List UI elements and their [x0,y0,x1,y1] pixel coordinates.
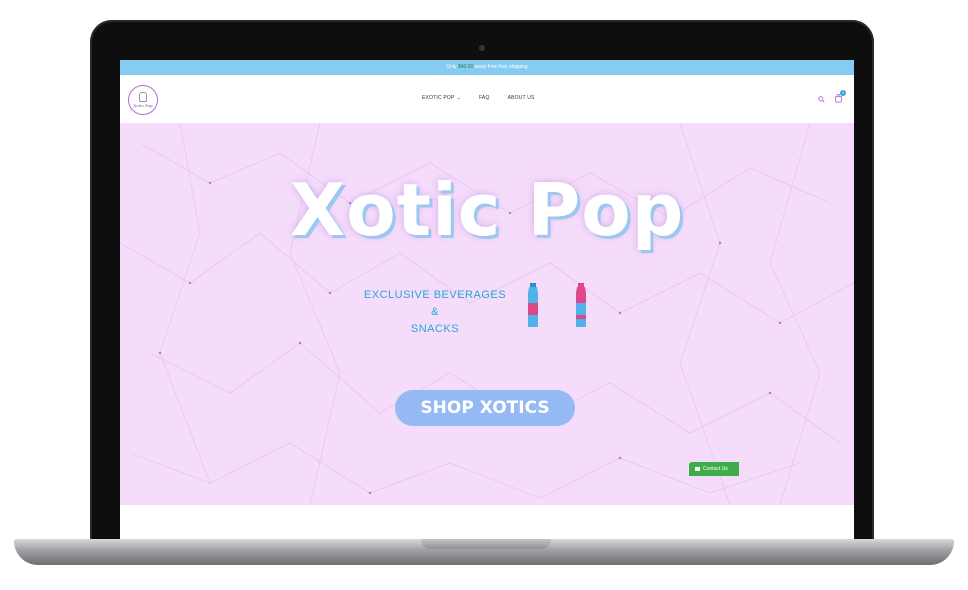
bottle-icon [576,283,586,327]
contact-us-button[interactable]: Contact Us [689,462,739,476]
shop-xotics-button[interactable]: SHOP XOTICS [395,390,575,426]
announcement-prefix: Only [446,64,458,70]
nav-item-faq[interactable]: FAQ [479,95,490,101]
chevron-down-icon: ⌄ [456,95,461,101]
nav-item-exotic-pop[interactable]: EXOTIC POP ⌄ [422,95,461,101]
site-logo[interactable]: Xotic Pop [128,85,158,115]
contact-label: Contact Us [703,466,728,472]
announcement-amount: $40.00 [457,64,474,70]
main-nav: EXOTIC POP ⌄ FAQ ABOUT US [422,95,535,101]
cart-count-badge: 0 [840,90,846,96]
camera-icon [479,45,485,51]
bottle-icon [528,283,538,327]
tagline-line: & [431,306,439,318]
site-header: Xotic Pop EXOTIC POP ⌄ FAQ ABOUT US 0 [120,75,854,123]
tagline-line: SNACKS [410,323,460,335]
hero-title: Xotic Pop [289,168,685,252]
hero-banner: Xotic Pop EXCLUSIVE BEVERAGES & SNACKS S… [120,123,854,505]
logo-glass-icon [139,92,147,102]
nav-label: FAQ [478,95,490,101]
nav-item-about-us[interactable]: ABOUT US [508,95,535,101]
content-area [120,505,854,540]
announcement-bar: Only $40.00 away from free shipping [120,60,854,75]
search-icon[interactable] [818,96,825,103]
envelope-icon [695,466,700,471]
logo-text: Xotic Pop [133,103,153,108]
tagline-line: EXCLUSIVE BEVERAGES [363,289,507,301]
announcement-suffix: away from free shipping [473,64,528,70]
nav-label: EXOTIC POP [422,95,455,101]
laptop-notch [421,539,551,549]
browser-screen: Only $40.00 away from free shipping Xoti… [120,60,854,540]
nav-label: ABOUT US [507,95,535,101]
hero-tagline: EXCLUSIVE BEVERAGES & SNACKS [360,287,510,338]
